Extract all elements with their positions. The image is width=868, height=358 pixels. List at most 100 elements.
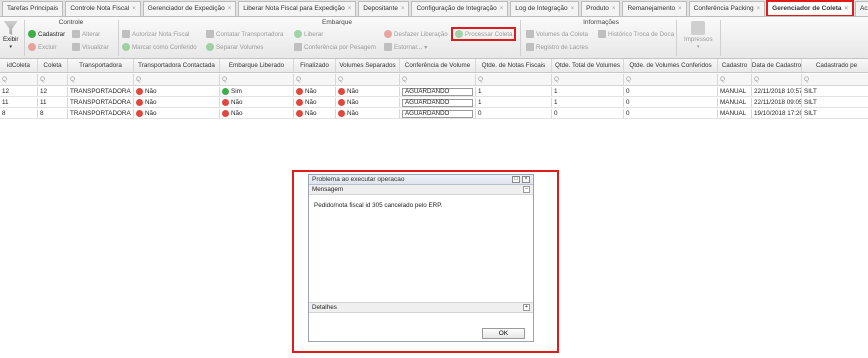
column-header[interactable]: Volumes Separados: [336, 59, 400, 72]
search-icon[interactable]: Q: [336, 74, 400, 85]
search-icon[interactable]: Q: [68, 74, 134, 85]
column-header[interactable]: Embarque Liberado: [220, 59, 294, 72]
close-icon[interactable]: ×: [571, 2, 575, 16]
column-header[interactable]: Cadastro: [718, 59, 752, 72]
tab-11[interactable]: Acompanhame: [855, 1, 868, 16]
tab-7[interactable]: Produto ×: [581, 1, 621, 16]
alterar-button[interactable]: Alterar: [72, 29, 100, 39]
collapse-icon[interactable]: −: [523, 186, 530, 193]
tab-2[interactable]: Gerenciador de Expedição ×: [142, 1, 237, 16]
column-header[interactable]: Coleta: [38, 59, 68, 72]
cell-separados: Não: [336, 87, 400, 96]
tab-4[interactable]: Depositante ×: [358, 1, 410, 16]
historico-doca-button[interactable]: Histórico Troca de Doca: [598, 29, 674, 39]
close-icon[interactable]: ×: [348, 2, 352, 16]
status-label: Não: [145, 99, 157, 106]
column-header[interactable]: Qtde. de Volumes Conferidos: [624, 59, 718, 72]
x-circle-icon: [136, 99, 143, 106]
column-header[interactable]: Transportadora Contactada: [134, 59, 220, 72]
autorizar-nota-fiscal-button[interactable]: Autorizar Nota Fiscal: [122, 29, 189, 39]
tab-9[interactable]: Conferência Packing ×: [688, 1, 766, 16]
conferencia-pesagem-button[interactable]: Conferência por Pesagem: [294, 42, 376, 52]
column-header[interactable]: Data de Cadastro: [752, 59, 802, 72]
tab-label: Gerenciador de Expedição: [147, 5, 225, 12]
excluir-button[interactable]: Excluir: [28, 42, 57, 52]
volumes-coleta-button[interactable]: Volumes da Coleta: [526, 29, 588, 39]
cell-conferidos: 0: [624, 98, 718, 107]
close-icon[interactable]: ×: [845, 2, 849, 16]
tab-6[interactable]: Log de Integração ×: [510, 1, 580, 16]
table-row[interactable]: 8 8 TRANSPORTADORA Não Não Não Não AGUARDANDO 0 0…: [0, 109, 868, 119]
estornar-button[interactable]: Estornar... ▾: [384, 42, 427, 52]
liberar-button[interactable]: Liberar: [294, 29, 323, 39]
chevron-down-icon: ▾: [424, 43, 428, 51]
contatar-transportadora-button[interactable]: Contatar Transportadora: [206, 29, 283, 39]
tab-8[interactable]: Remanejamento ×: [622, 1, 687, 16]
column-header[interactable]: idColeta: [0, 59, 38, 72]
desfazer-liberacao-button[interactable]: Desfazer Liberação: [384, 29, 448, 39]
cell-contactada: Não: [134, 109, 220, 118]
search-icon[interactable]: Q: [552, 74, 624, 85]
cell-data: 19/10/2018 17:20: [754, 109, 802, 118]
close-icon[interactable]: ×: [757, 2, 761, 16]
expand-icon[interactable]: +: [523, 304, 530, 311]
close-icon[interactable]: ×: [500, 2, 504, 16]
processar-coleta-button[interactable]: Processar Coleta: [450, 27, 517, 41]
scale-icon: [294, 43, 302, 51]
search-icon[interactable]: Q: [752, 74, 802, 85]
search-icon[interactable]: Q: [400, 74, 476, 85]
cell-finalizado: Não: [294, 109, 336, 118]
status-label: Sim: [231, 88, 242, 95]
status-label: Não: [231, 110, 243, 117]
marcar-conferido-button[interactable]: Marcar como Conferido: [122, 42, 197, 52]
tab-3[interactable]: Liberar Nota Fiscal para Expedição ×: [238, 1, 357, 16]
cell-coleta: 8: [38, 109, 68, 118]
search-icon[interactable]: Q: [294, 74, 336, 85]
exibir-button[interactable]: Exibir ▾: [3, 21, 18, 53]
cell-conferidos: 0: [624, 87, 718, 96]
close-icon[interactable]: ×: [401, 2, 405, 16]
table-row[interactable]: 11 11 TRANSPORTADORA Não Não Não Não AGUARDANDO…: [0, 98, 868, 108]
column-header[interactable]: Cadastrado pe: [802, 59, 868, 72]
search-icon[interactable]: Q: [0, 74, 38, 85]
tab-bar: Tarefas Principais Controle Nota Fiscal × G…: [0, 0, 868, 17]
search-icon[interactable]: Q: [38, 74, 68, 85]
close-icon[interactable]: ×: [612, 2, 616, 16]
tab-10[interactable]: Gerenciador de Coleta ×: [766, 0, 855, 16]
cadastrar-button[interactable]: Cadastrar: [28, 29, 65, 39]
search-icon[interactable]: Q: [476, 74, 552, 85]
column-header[interactable]: Transportadora: [68, 59, 134, 72]
close-icon[interactable]: ×: [678, 2, 682, 16]
cell-transp: TRANSPORTADORA: [68, 98, 134, 107]
table-row[interactable]: 12 12 TRANSPORTADORA Não Sim Não Não AGUARDANDO…: [0, 87, 868, 97]
impressos-button[interactable]: Impressos ▾: [684, 21, 713, 53]
close-icon[interactable]: ×: [132, 2, 136, 16]
tab-label: Tarefas Principais: [7, 5, 59, 12]
separar-volumes-button[interactable]: Separar Volumes: [206, 42, 263, 52]
search-icon[interactable]: Q: [718, 74, 752, 85]
search-icon[interactable]: Q: [624, 74, 718, 85]
cell-id: 8: [0, 109, 38, 118]
search-icon[interactable]: Q: [220, 74, 294, 85]
column-header[interactable]: Qtde. Total de Volumes: [552, 59, 624, 72]
column-header[interactable]: Finalizado: [294, 59, 336, 72]
tab-1[interactable]: Controle Nota Fiscal ×: [65, 1, 141, 16]
tab-5[interactable]: Configuração de Integração ×: [411, 1, 509, 16]
close-icon[interactable]: ×: [228, 2, 232, 16]
search-icon[interactable]: Q: [134, 74, 220, 85]
cell-conferencia: AGUARDANDO: [400, 109, 476, 118]
status-label: Não: [305, 88, 317, 95]
ok-button[interactable]: OK: [482, 328, 525, 339]
tab-0[interactable]: Tarefas Principais: [2, 1, 64, 16]
column-header[interactable]: Qtde. de Notas Fiscais: [476, 59, 552, 72]
message-section-title: Mensagem: [312, 186, 344, 193]
close-icon[interactable]: ×: [522, 176, 530, 183]
status-label: Não: [145, 110, 157, 117]
details-section-header[interactable]: Detalhes +: [309, 303, 533, 313]
registro-lacres-button[interactable]: Registro de Lacres: [526, 42, 588, 52]
search-icon[interactable]: Q: [802, 74, 868, 85]
dialog-titlebar[interactable]: Problema ao executar operacao □ ×: [309, 175, 533, 185]
column-header[interactable]: Conferência de Volume: [400, 59, 476, 72]
visualizar-button[interactable]: Visualizar: [72, 42, 109, 52]
maximize-icon[interactable]: □: [512, 176, 520, 183]
